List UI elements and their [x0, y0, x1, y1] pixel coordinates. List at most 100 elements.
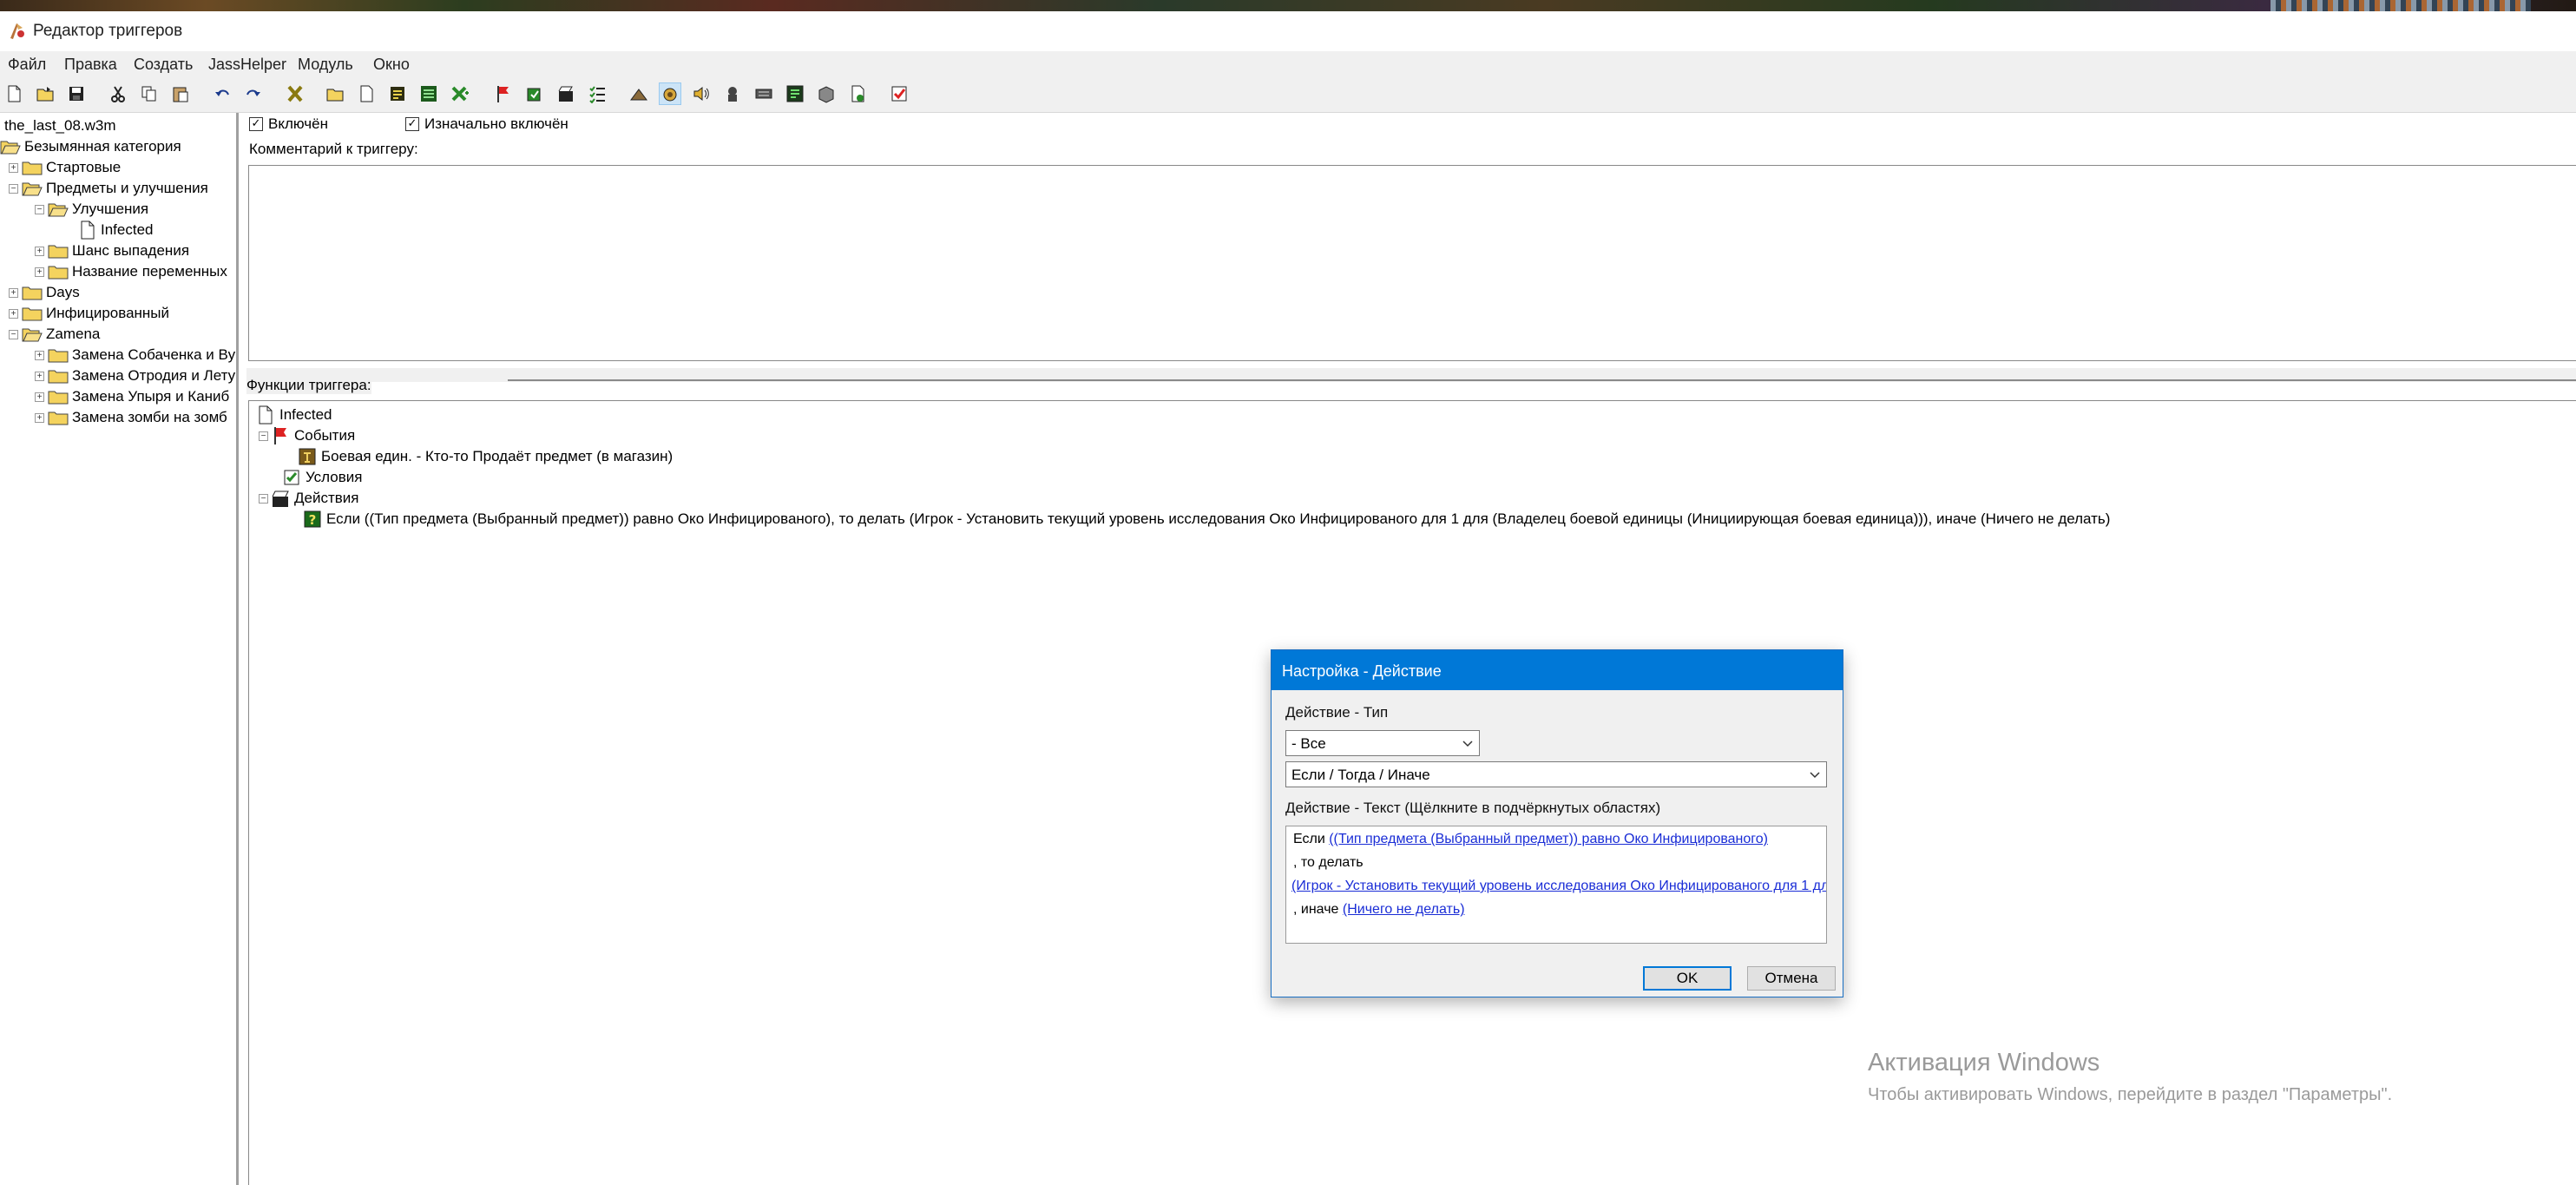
- menu-window[interactable]: Окно: [373, 56, 410, 74]
- tree-item[interactable]: + Инфицированный: [9, 303, 169, 324]
- trigger-tree[interactable]: the_last_08.w3m Безымянная категория + С…: [0, 113, 239, 1185]
- campaign-icon[interactable]: [816, 83, 837, 104]
- tree-item-label: Days: [46, 284, 80, 300]
- folder-icon: [48, 264, 69, 280]
- else-keyword: , иначе: [1293, 902, 1343, 917]
- new-trigger-icon[interactable]: [356, 83, 377, 104]
- new-category-icon[interactable]: [325, 83, 345, 104]
- object-icon[interactable]: [659, 82, 681, 105]
- collapse-icon[interactable]: −: [9, 329, 18, 339]
- variables-icon[interactable]: [418, 83, 439, 104]
- expand-icon[interactable]: +: [35, 246, 44, 256]
- folder-icon: [22, 306, 43, 321]
- tree-root-label: the_last_08.w3m: [4, 117, 116, 134]
- category-combo[interactable]: - Все: [1285, 730, 1480, 756]
- jass-x-icon[interactable]: [285, 83, 306, 104]
- ok-button[interactable]: OK: [1643, 966, 1732, 991]
- enabled-checkbox[interactable]: ✓: [249, 117, 263, 131]
- tree-item-label: Infected: [101, 221, 154, 238]
- menu-file[interactable]: Файл: [8, 56, 46, 74]
- functions-label: Функции триггера:: [246, 377, 371, 394]
- text-line-if: Если ((Тип предмета (Выбранный предмет))…: [1293, 832, 1768, 847]
- enabled-checkbox-row[interactable]: ✓ Включён: [249, 115, 328, 133]
- menu-edit[interactable]: Правка: [64, 56, 117, 74]
- paste-icon[interactable]: [170, 83, 191, 104]
- collapse-icon[interactable]: −: [259, 431, 268, 441]
- script-icon[interactable]: [785, 83, 805, 104]
- tree-item[interactable]: Безымянная категория: [0, 136, 181, 157]
- save-icon[interactable]: [66, 83, 87, 104]
- conditions-row[interactable]: Условия: [283, 467, 362, 488]
- tree-item[interactable]: + Замена Упыря и Каниб: [35, 386, 229, 407]
- tree-root[interactable]: the_last_08.w3m: [4, 115, 116, 136]
- copy-icon[interactable]: [139, 83, 160, 104]
- cut-icon[interactable]: [108, 83, 128, 104]
- then-action-link[interactable]: (Игрок - Установить текущий уровень иссл…: [1291, 879, 1826, 893]
- tree-item[interactable]: + Стартовые: [9, 157, 121, 178]
- open-folder-icon[interactable]: [35, 83, 56, 104]
- new-condition-icon[interactable]: [493, 83, 514, 104]
- tree-item[interactable]: + Days: [9, 282, 80, 303]
- collapse-icon[interactable]: −: [9, 183, 18, 194]
- tree-item[interactable]: + Замена Собаченка и Ву: [35, 345, 235, 365]
- menu-bar: Файл Правка Создать JassHelper Модуль Ок…: [0, 51, 2576, 77]
- action-item[interactable]: ? Если ((Тип предмета (Выбранный предмет…: [304, 509, 2110, 530]
- text-line-then: , то делать: [1293, 855, 1364, 870]
- action-text: Если ((Тип предмета (Выбранный предмет))…: [326, 510, 2111, 527]
- expand-icon[interactable]: +: [9, 162, 18, 173]
- initially-on-checkbox-row[interactable]: ✓ Изначально включён: [405, 115, 568, 133]
- expand-icon[interactable]: +: [35, 350, 44, 360]
- tree-item[interactable]: + Название переменных: [35, 261, 227, 282]
- tree-item[interactable]: + Замена зомби на зомб: [35, 407, 227, 428]
- sound-icon[interactable]: [691, 83, 712, 104]
- new-event-icon[interactable]: [450, 83, 470, 104]
- collapse-icon[interactable]: −: [259, 493, 268, 504]
- events-row[interactable]: − События: [259, 425, 355, 446]
- new-action-icon[interactable]: [524, 83, 545, 104]
- expand-icon[interactable]: +: [9, 287, 18, 298]
- tree-item[interactable]: − Zamena: [9, 324, 100, 345]
- enable-icon[interactable]: [555, 83, 576, 104]
- text-line-else: , иначе (Ничего не делать): [1293, 902, 1465, 918]
- import-icon[interactable]: [753, 83, 774, 104]
- terrain-icon[interactable]: [628, 83, 649, 104]
- trigger-name-row[interactable]: Infected: [257, 405, 332, 425]
- svg-text:?: ?: [309, 512, 317, 528]
- expand-icon[interactable]: +: [35, 412, 44, 423]
- tree-item-selected[interactable]: Infected: [80, 220, 154, 240]
- collapse-icon[interactable]: −: [35, 204, 44, 214]
- activation-watermark-subtitle: Чтобы активировать Windows, перейдите в …: [1868, 1085, 2393, 1104]
- initially-on-checkbox[interactable]: ✓: [405, 117, 419, 131]
- tree-item[interactable]: − Предметы и улучшения: [9, 178, 208, 199]
- tree-item[interactable]: − Улучшения: [35, 199, 148, 220]
- menu-module[interactable]: Модуль: [298, 56, 353, 74]
- comment-textarea[interactable]: [248, 165, 2576, 361]
- event-text: Боевая един. - Кто-то Продаёт предмет (в…: [321, 448, 674, 464]
- checklist-icon[interactable]: [587, 83, 608, 104]
- trigger-check-icon[interactable]: [889, 83, 910, 104]
- menu-jasshelper[interactable]: JassHelper: [208, 56, 286, 74]
- else-action-link[interactable]: (Ничего не делать): [1343, 902, 1465, 917]
- ai-icon[interactable]: [722, 83, 743, 104]
- function-combo[interactable]: Если / Тогда / Иначе: [1285, 761, 1827, 787]
- condition-link[interactable]: ((Тип предмета (Выбранный предмет)) равн…: [1329, 832, 1768, 846]
- expand-icon[interactable]: +: [9, 308, 18, 319]
- tree-item[interactable]: + Шанс выпадения: [35, 240, 189, 261]
- expand-icon[interactable]: +: [35, 392, 44, 402]
- expand-icon[interactable]: +: [35, 371, 44, 381]
- menu-create[interactable]: Создать: [134, 56, 193, 74]
- test-map-icon[interactable]: [847, 83, 868, 104]
- event-item[interactable]: Боевая един. - Кто-то Продаёт предмет (в…: [299, 446, 673, 467]
- cancel-button[interactable]: Отмена: [1747, 966, 1836, 991]
- new-file-icon[interactable]: [3, 83, 24, 104]
- undo-icon[interactable]: [212, 83, 233, 104]
- comment-label: Комментарий к триггеру:: [249, 141, 418, 157]
- tree-item[interactable]: + Замена Отродия и Лету: [35, 365, 235, 386]
- event-flag-icon: [272, 426, 289, 445]
- expand-icon[interactable]: +: [35, 267, 44, 277]
- tree-item-label: Замена Собаченка и Ву: [72, 346, 236, 363]
- new-comment-icon[interactable]: [387, 83, 408, 104]
- actions-row[interactable]: − Действия: [259, 488, 358, 509]
- chevron-down-icon: [1462, 736, 1474, 748]
- redo-icon[interactable]: [243, 83, 264, 104]
